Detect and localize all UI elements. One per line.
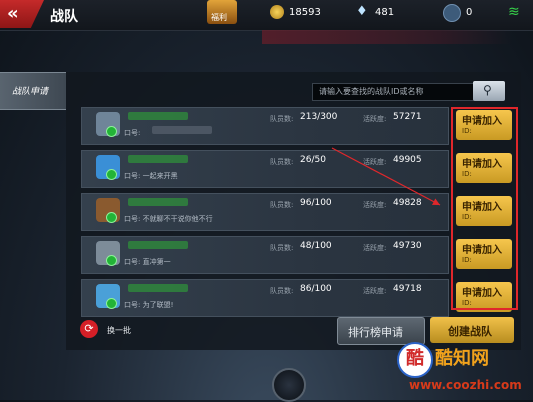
- joystick[interactable]: [272, 368, 306, 402]
- refresh-icon[interactable]: ⟳: [80, 320, 98, 338]
- watermark-name: 酷知网: [435, 348, 489, 369]
- create-team-label: 创建战队: [448, 325, 492, 338]
- watermark-url: www.coozhi.com: [409, 378, 522, 392]
- watermark-logo: 酷: [397, 342, 433, 378]
- watermark: 酷 酷知网 www.coozhi.com: [395, 338, 525, 398]
- refresh-button[interactable]: 换一批: [107, 325, 131, 336]
